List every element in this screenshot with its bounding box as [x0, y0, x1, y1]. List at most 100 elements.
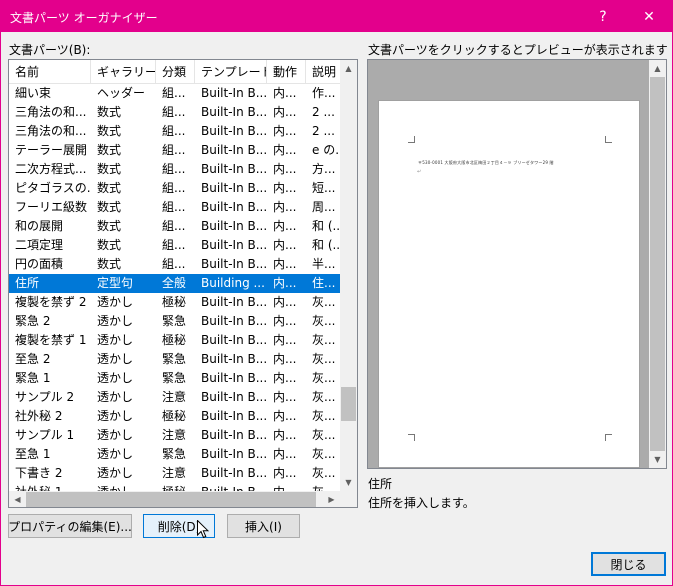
crop-mark-bottom-left [408, 434, 415, 441]
preview-scroll-down-arrow-icon[interactable]: ▼ [649, 451, 666, 468]
column-header-category[interactable]: 分類 [156, 60, 195, 84]
column-header-template[interactable]: テンプレート [195, 60, 267, 84]
cell-category: 組... [162, 143, 186, 157]
preview-hint-label: 文書パーツをクリックするとプレビューが表示されます [368, 43, 668, 57]
scroll-down-arrow-icon[interactable]: ▼ [340, 474, 357, 491]
cell-behavior: 内... [273, 143, 297, 157]
cell-gallery: 透かし [97, 333, 134, 347]
mouse-pointer-icon [197, 520, 209, 539]
cell-description: 和 (... [312, 238, 340, 252]
list-item[interactable]: 二項定理 数式 組... Built-In B... 内... 和 (... [9, 236, 340, 255]
list-horizontal-scrollbar[interactable]: ◀ ▶ [9, 491, 340, 507]
horizontal-scroll-thumb[interactable] [26, 492, 316, 507]
cell-category: 極秘 [162, 295, 187, 309]
cell-name: サンプル 1 [15, 428, 75, 442]
vertical-scroll-thumb[interactable] [341, 387, 356, 421]
list-item[interactable]: 三角法の和... 数式 組... Built-In B... 内... 2 ... [9, 103, 340, 122]
scrollbar-corner [340, 491, 357, 507]
list-item[interactable]: 住所 定型句 全般 Building ... 内... 住... [9, 274, 340, 293]
list-item[interactable]: 三角法の和... 数式 組... Built-In B... 内... 2 ... [9, 122, 340, 141]
cell-gallery: 数式 [97, 257, 122, 271]
preview-scroll-thumb[interactable] [650, 77, 665, 451]
list-item[interactable]: サンプル 2 透かし 注意 Built-In B... 内... 灰... [9, 388, 340, 407]
cell-behavior: 内... [273, 162, 297, 176]
edit-properties-button[interactable]: プロパティの編集(E)... [8, 514, 132, 538]
cell-category: 組... [162, 181, 186, 195]
list-item[interactable]: 社外秘 1透かし極秘Built-In B...内...灰... [9, 483, 340, 491]
cell-behavior: 内... [273, 200, 297, 214]
preview-vertical-scrollbar[interactable]: ▲ ▼ [649, 60, 666, 468]
cell-gallery: 透かし [97, 466, 134, 480]
cell-name: 二項定理 [15, 238, 64, 252]
list-item[interactable]: 複製を禁ず 1 透かし 極秘 Built-In B... 内... 灰... [9, 331, 340, 350]
cell-description: 灰... [306, 483, 340, 491]
column-header-name[interactable]: 名前 [9, 60, 91, 84]
cell-category: 緊急 [162, 352, 187, 366]
cell-behavior: 内... [273, 257, 297, 271]
cell-name: サンプル 2 [15, 390, 75, 404]
title-bar: 文書パーツ オーガナイザー ? ✕ [1, 1, 672, 32]
list-item[interactable]: 緊急 2 透かし 緊急 Built-In B... 内... 灰... [9, 312, 340, 331]
list-item[interactable]: 下書き 2 透かし 注意 Built-In B... 内... 灰... [9, 464, 340, 483]
cell-template: Built-In B... [201, 409, 267, 423]
scroll-up-arrow-icon[interactable]: ▲ [340, 60, 357, 77]
list-item[interactable]: 複製を禁ず 2 透かし 極秘 Built-In B... 内... 灰... [9, 293, 340, 312]
column-header-row: 名前 ギャラリー 分類 テンプレート 動作 説明 [9, 60, 340, 84]
selected-part-name: 住所 [368, 477, 393, 491]
building-blocks-list[interactable]: 名前 ギャラリー 分類 テンプレート 動作 説明 細い束 ヘッダー 組... Buil… [8, 59, 358, 508]
list-item[interactable]: 二次方程式... 数式 組... Built-In B... 内... 方... [9, 160, 340, 179]
list-item[interactable]: テーラー展開数式 組... Built-In B... 内... e の... [9, 141, 340, 160]
cell-name: 至急 1 [15, 447, 51, 461]
cell-gallery: 数式 [97, 219, 122, 233]
cell-description: 灰... [312, 295, 336, 309]
cell-description: 2 ... [312, 105, 335, 119]
scroll-left-arrow-icon[interactable]: ◀ [9, 491, 26, 507]
list-item[interactable]: サンプル 1 透かし 注意 Built-In B... 内... 灰... [9, 426, 340, 445]
close-button[interactable]: 閉じる [591, 552, 666, 576]
preview-scroll-up-arrow-icon[interactable]: ▲ [649, 60, 666, 77]
list-item[interactable]: ピタゴラスの... 数式 組... Built-In B... 内... 短... [9, 179, 340, 198]
column-header-gallery[interactable]: ギャラリー [91, 60, 156, 84]
list-item[interactable]: 細い束 ヘッダー 組... Built-In B... 内... 作... [9, 84, 340, 103]
cell-behavior: 内... [273, 295, 297, 309]
cell-name: 至急 2 [15, 352, 51, 366]
cell-description: 灰... [312, 333, 336, 347]
list-vertical-scrollbar[interactable]: ▲ ▼ [340, 60, 357, 491]
list-grid: 名前 ギャラリー 分類 テンプレート 動作 説明 細い束 ヘッダー 組... Buil… [9, 60, 340, 491]
list-rows: 細い束 ヘッダー 組... Built-In B... 内... 作... 三角法の和...… [9, 84, 340, 491]
cell-description: 2 ... [312, 124, 335, 138]
cell-description: 灰... [312, 352, 336, 366]
cell-category: 注意 [162, 390, 187, 404]
insert-button[interactable]: 挿入(I) [227, 514, 300, 538]
list-item[interactable]: 和の展開 数式 組... Built-In B... 内... 和 (... [9, 217, 340, 236]
list-item[interactable]: フーリエ級数 数式 組... Built-In B... 内... 周... [9, 198, 340, 217]
cell-behavior: 内... [267, 483, 306, 491]
cell-description: 住... [312, 276, 336, 290]
cell-description: 灰... [312, 428, 336, 442]
cell-gallery: 透かし [97, 314, 134, 328]
cell-description: 半... [312, 257, 336, 271]
parts-list-label: 文書パーツ(B): [9, 43, 91, 57]
help-button[interactable]: ? [580, 1, 626, 32]
cell-template: Built-In B... [201, 162, 267, 176]
cell-name: 三角法の和... [15, 124, 87, 138]
cell-template: Built-In B... [201, 200, 267, 214]
preview-pane: 〒530-0001 大阪府大阪市北区梅田２丁目４－９ ブリーゼタワー29 階 ↵… [367, 59, 667, 469]
list-item[interactable]: 至急 2 透かし 緊急 Built-In B... 内... 灰... [9, 350, 340, 369]
column-header-description[interactable]: 説明 [306, 60, 340, 84]
scroll-right-arrow-icon[interactable]: ▶ [323, 491, 340, 507]
close-window-button[interactable]: ✕ [626, 1, 672, 32]
column-header-behavior[interactable]: 動作 [267, 60, 306, 84]
cell-behavior: 内... [273, 447, 297, 461]
selected-part-description: 住所を挿入します。 [368, 496, 475, 510]
cell-category: 組... [162, 86, 186, 100]
list-item[interactable]: 社外秘 2 透かし 極秘 Built-In B... 内... 灰... [9, 407, 340, 426]
cell-name: 複製を禁ず 2 [15, 295, 87, 309]
list-item[interactable]: 円の面積 数式 組... Built-In B... 内... 半... [9, 255, 340, 274]
cell-category: 組... [162, 238, 186, 252]
list-item[interactable]: 緊急 1 透かし 緊急 Built-In B... 内... 灰... [9, 369, 340, 388]
list-item[interactable]: 至急 1 透かし 緊急 Built-In B... 内... 灰... [9, 445, 340, 464]
cell-category: 組... [162, 257, 186, 271]
cell-template: Built-In B... [201, 219, 267, 233]
cell-category: 全般 [162, 276, 187, 290]
